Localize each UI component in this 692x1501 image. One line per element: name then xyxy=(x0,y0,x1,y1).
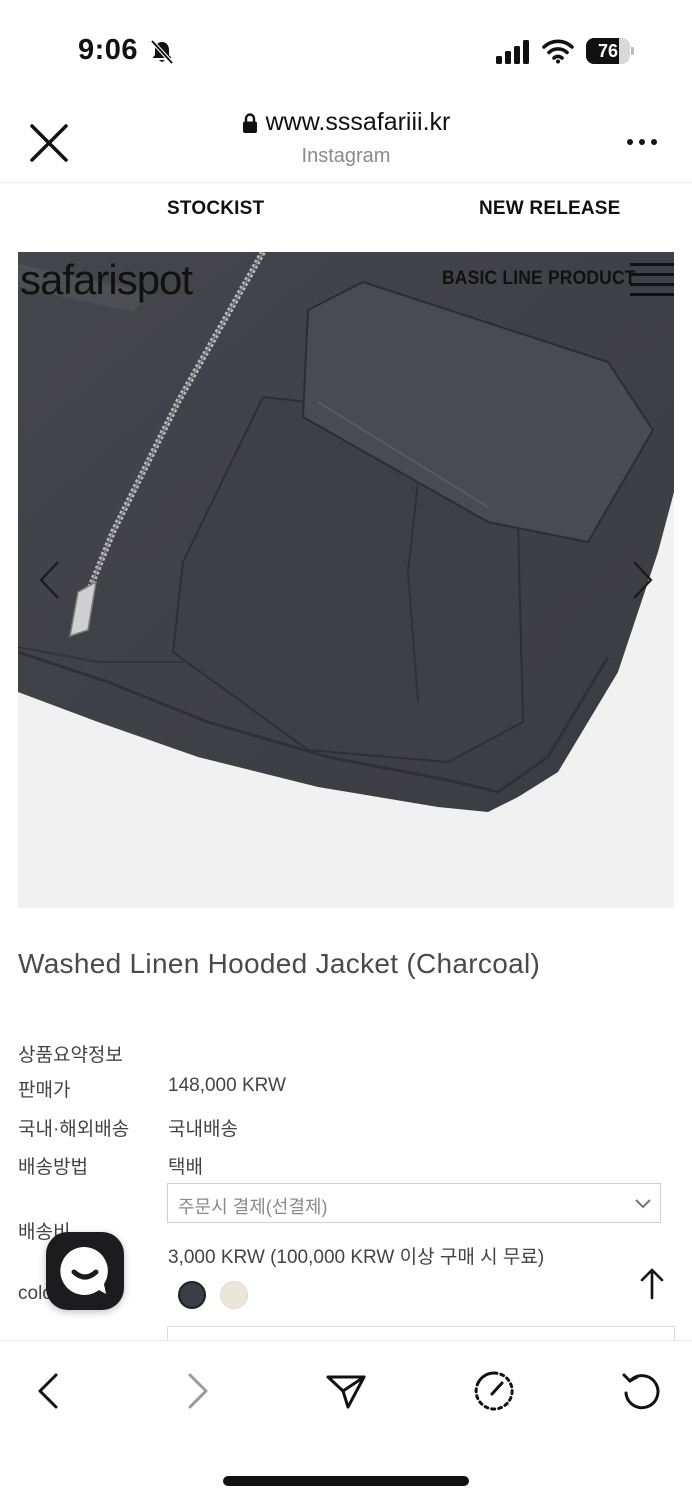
close-button[interactable] xyxy=(24,118,74,168)
product-line-label: BASIC LINE PRODUCT xyxy=(442,268,636,289)
product-image[interactable]: safarispot BASIC LINE PRODUCT xyxy=(18,252,674,908)
forward-icon[interactable] xyxy=(176,1369,220,1413)
shipping-payment-selected: 주문시 결제(선결제) xyxy=(178,1197,328,1217)
shipping-fee-value: 3,000 KRW (100,000 KRW 이상 구매 시 무료) xyxy=(168,1247,545,1268)
refresh-icon[interactable] xyxy=(620,1369,664,1413)
shipping-method-value: 택배 xyxy=(168,1157,203,1178)
more-options-icon[interactable] xyxy=(624,128,660,156)
lock-icon xyxy=(242,112,257,133)
shipping-scope-value: 국내배송 xyxy=(168,1119,238,1140)
shipping-scope-label: 국내·해외배송 xyxy=(18,1119,130,1140)
address-bar[interactable]: www.sssafariii.kr Instagram xyxy=(180,108,512,168)
battery-level: 76 xyxy=(597,41,619,61)
price-label: 판매가 xyxy=(18,1080,71,1101)
summary-label: 상품요약정보 xyxy=(18,1045,123,1066)
menu-icon[interactable] xyxy=(630,262,674,296)
scroll-top-icon[interactable] xyxy=(638,1266,666,1300)
send-icon[interactable] xyxy=(324,1369,368,1413)
chat-icon xyxy=(60,1246,108,1295)
shipping-payment-select[interactable]: 주문시 결제(선결제) xyxy=(167,1183,661,1223)
home-indicator[interactable] xyxy=(223,1476,469,1486)
nav-new-release[interactable]: NEW RELEASE xyxy=(479,198,621,220)
carousel-prev-icon[interactable] xyxy=(36,558,62,602)
color-swatch-charcoal[interactable] xyxy=(178,1281,206,1309)
carousel-next-icon[interactable] xyxy=(630,558,656,602)
battery-indicator: 76 xyxy=(586,38,634,64)
speedometer-icon[interactable] xyxy=(472,1369,516,1413)
referrer-source: Instagram xyxy=(301,144,391,167)
price-value: 148,000 KRW xyxy=(168,1075,286,1096)
status-time: 9:06 xyxy=(78,34,139,66)
cellular-signal-icon xyxy=(496,40,529,64)
shipping-method-label: 배송방법 xyxy=(18,1157,88,1178)
header-divider xyxy=(0,182,692,183)
bell-muted-icon xyxy=(150,39,174,65)
back-icon[interactable] xyxy=(26,1369,70,1413)
url-text: www.sssafariii.kr xyxy=(265,108,451,136)
chevron-down-icon xyxy=(635,1199,651,1209)
wifi-icon xyxy=(542,39,574,64)
nav-stockist[interactable]: STOCKIST xyxy=(167,198,264,220)
chat-button[interactable] xyxy=(46,1232,124,1310)
jacket-photo xyxy=(18,252,674,908)
product-title: Washed Linen Hooded Jacket (Charcoal) xyxy=(18,948,541,979)
color-swatch-ivory[interactable] xyxy=(220,1281,248,1309)
brand-logo: safarispot xyxy=(20,256,193,303)
